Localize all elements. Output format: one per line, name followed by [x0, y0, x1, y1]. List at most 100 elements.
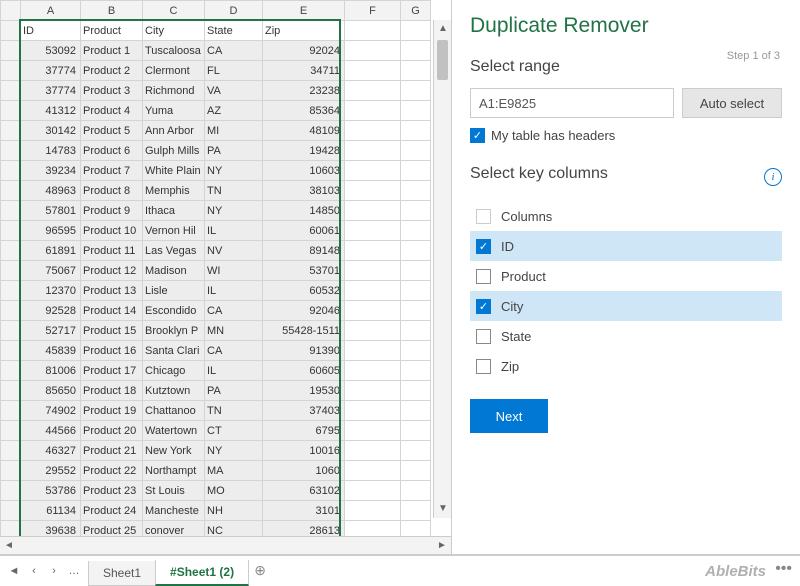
cell[interactable] [401, 121, 431, 141]
cell[interactable] [345, 101, 401, 121]
tab-nav-more-icon[interactable]: … [64, 565, 84, 577]
cell[interactable] [345, 81, 401, 101]
scroll-right-icon[interactable]: ► [433, 540, 451, 551]
cell[interactable]: 30142 [21, 121, 81, 141]
cell[interactable]: Ithaca [143, 201, 205, 221]
key-column-row[interactable]: City [470, 291, 782, 321]
cell[interactable]: 29552 [21, 461, 81, 481]
cell[interactable]: CA [205, 301, 263, 321]
cell[interactable]: Product 10 [81, 221, 143, 241]
cell[interactable] [401, 241, 431, 261]
cell[interactable] [345, 481, 401, 501]
cell[interactable] [401, 341, 431, 361]
cell[interactable] [345, 121, 401, 141]
cell[interactable]: 19530 [263, 381, 345, 401]
cell[interactable] [345, 361, 401, 381]
cell[interactable]: St Louis [143, 481, 205, 501]
cell[interactable] [345, 341, 401, 361]
cell[interactable]: Product 15 [81, 321, 143, 341]
cell[interactable]: 53701 [263, 261, 345, 281]
spreadsheet-grid[interactable]: ABCDEFGIDProductCityStateZip53092Product… [0, 0, 451, 536]
cell[interactable]: Yuma [143, 101, 205, 121]
cell[interactable]: NC [205, 521, 263, 537]
cell[interactable]: 96595 [21, 221, 81, 241]
cell[interactable]: Chicago [143, 361, 205, 381]
cell[interactable] [345, 421, 401, 441]
cell[interactable]: 60061 [263, 221, 345, 241]
key-column-row[interactable]: State [470, 321, 782, 351]
cell[interactable]: IL [205, 221, 263, 241]
cell[interactable] [401, 301, 431, 321]
cell[interactable]: Brooklyn P [143, 321, 205, 341]
cell[interactable]: 92046 [263, 301, 345, 321]
cell[interactable]: Richmond [143, 81, 205, 101]
cell[interactable]: Product 24 [81, 501, 143, 521]
cell[interactable]: Santa Clari [143, 341, 205, 361]
cell[interactable]: PA [205, 381, 263, 401]
cell[interactable]: Product 22 [81, 461, 143, 481]
cell[interactable]: Las Vegas [143, 241, 205, 261]
cell[interactable] [345, 141, 401, 161]
cell[interactable]: VA [205, 81, 263, 101]
cell[interactable] [345, 221, 401, 241]
cell[interactable] [401, 361, 431, 381]
cell[interactable]: Product 19 [81, 401, 143, 421]
cell[interactable]: NY [205, 441, 263, 461]
cell[interactable]: MN [205, 321, 263, 341]
cell[interactable] [345, 61, 401, 81]
cell[interactable] [401, 321, 431, 341]
cell[interactable] [401, 261, 431, 281]
cell[interactable]: 37774 [21, 61, 81, 81]
header-cell[interactable] [401, 21, 431, 41]
col-header-F[interactable]: F [345, 1, 401, 21]
cell[interactable] [345, 441, 401, 461]
cell[interactable]: Vernon Hil [143, 221, 205, 241]
cell[interactable]: Product 5 [81, 121, 143, 141]
header-cell[interactable]: City [143, 21, 205, 41]
header-cell[interactable]: State [205, 21, 263, 41]
info-icon[interactable]: i [764, 168, 782, 186]
cell[interactable]: 60532 [263, 281, 345, 301]
cell[interactable] [401, 141, 431, 161]
cell[interactable]: Product 12 [81, 261, 143, 281]
cell[interactable]: 53786 [21, 481, 81, 501]
cell[interactable] [345, 241, 401, 261]
key-column-checkbox[interactable] [476, 329, 491, 344]
cell[interactable]: conover [143, 521, 205, 537]
cell[interactable] [401, 161, 431, 181]
cell[interactable]: 55428-1511 [263, 321, 345, 341]
cell[interactable]: PA [205, 141, 263, 161]
header-cell[interactable]: Zip [263, 21, 345, 41]
cell[interactable]: Product 2 [81, 61, 143, 81]
col-header-A[interactable]: A [21, 1, 81, 21]
key-column-checkbox[interactable] [476, 239, 491, 254]
cell[interactable]: 23238 [263, 81, 345, 101]
cell[interactable]: 48109 [263, 121, 345, 141]
cell[interactable] [401, 81, 431, 101]
cell[interactable]: NY [205, 161, 263, 181]
cell[interactable]: FL [205, 61, 263, 81]
cell[interactable]: 60605 [263, 361, 345, 381]
cell[interactable]: Product 11 [81, 241, 143, 261]
cell[interactable]: 52717 [21, 321, 81, 341]
cell[interactable] [401, 501, 431, 521]
cell[interactable] [345, 321, 401, 341]
cell[interactable]: 74902 [21, 401, 81, 421]
cell[interactable] [401, 521, 431, 537]
cell[interactable] [401, 481, 431, 501]
cell[interactable]: 46327 [21, 441, 81, 461]
key-column-row[interactable]: ID [470, 231, 782, 261]
cell[interactable]: 92528 [21, 301, 81, 321]
cell[interactable]: Kutztown [143, 381, 205, 401]
cell[interactable] [345, 501, 401, 521]
tab-nav-next-icon[interactable]: › [44, 565, 64, 577]
cell[interactable]: Product 16 [81, 341, 143, 361]
cell[interactable]: 14850 [263, 201, 345, 221]
col-header-E[interactable]: E [263, 1, 345, 21]
scroll-down-icon[interactable]: ▼ [434, 500, 451, 518]
cell[interactable] [345, 401, 401, 421]
cell[interactable]: Tuscaloosa [143, 41, 205, 61]
cell[interactable]: Product 4 [81, 101, 143, 121]
col-header-D[interactable]: D [205, 1, 263, 21]
cell[interactable]: New York [143, 441, 205, 461]
